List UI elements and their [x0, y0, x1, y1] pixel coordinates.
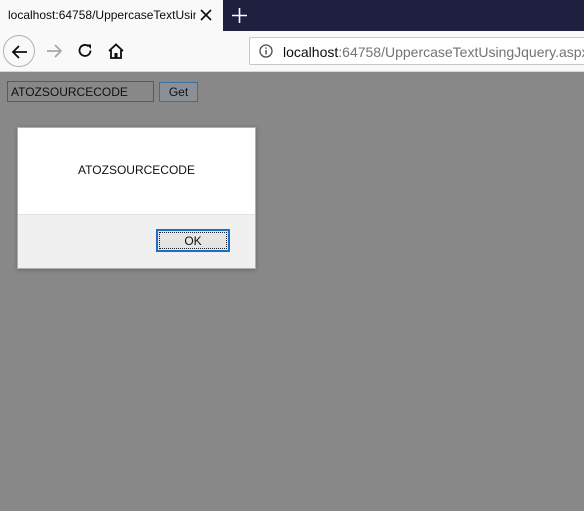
- plus-icon[interactable]: [231, 7, 248, 24]
- address-bar[interactable]: localhost:64758/UppercaseTextUsingJquery…: [249, 37, 584, 65]
- back-button[interactable]: [3, 35, 35, 67]
- back-arrow-icon: [11, 45, 27, 59]
- alert-footer: OK: [18, 214, 255, 268]
- ok-button[interactable]: OK: [156, 229, 230, 252]
- home-button[interactable]: [100, 35, 132, 67]
- url-host: localhost: [283, 44, 339, 60]
- url-text[interactable]: localhost:64758/UppercaseTextUsingJquery…: [283, 44, 584, 60]
- reload-button[interactable]: [69, 35, 101, 67]
- url-path: :64758/UppercaseTextUsingJquery.aspx: [338, 44, 584, 60]
- navigation-toolbar: localhost:64758/UppercaseTextUsingJquery…: [0, 31, 584, 72]
- reload-icon: [78, 44, 92, 57]
- home-icon: [108, 43, 124, 59]
- info-icon[interactable]: [259, 44, 273, 58]
- forward-arrow-icon: [47, 44, 63, 58]
- tab-title: localhost:64758/UppercaseTextUsingJquery…: [8, 8, 196, 22]
- alert-message: ATOZSOURCECODE: [78, 163, 195, 177]
- browser-tab[interactable]: localhost:64758/UppercaseTextUsingJquery…: [0, 0, 223, 31]
- tab-bar: localhost:64758/UppercaseTextUsingJquery…: [0, 0, 584, 31]
- alert-dialog: ATOZSOURCECODE OK: [17, 127, 256, 269]
- close-icon[interactable]: [199, 8, 213, 22]
- forward-button[interactable]: [38, 35, 70, 67]
- text-input[interactable]: [7, 81, 154, 102]
- get-button[interactable]: Get: [159, 82, 198, 102]
